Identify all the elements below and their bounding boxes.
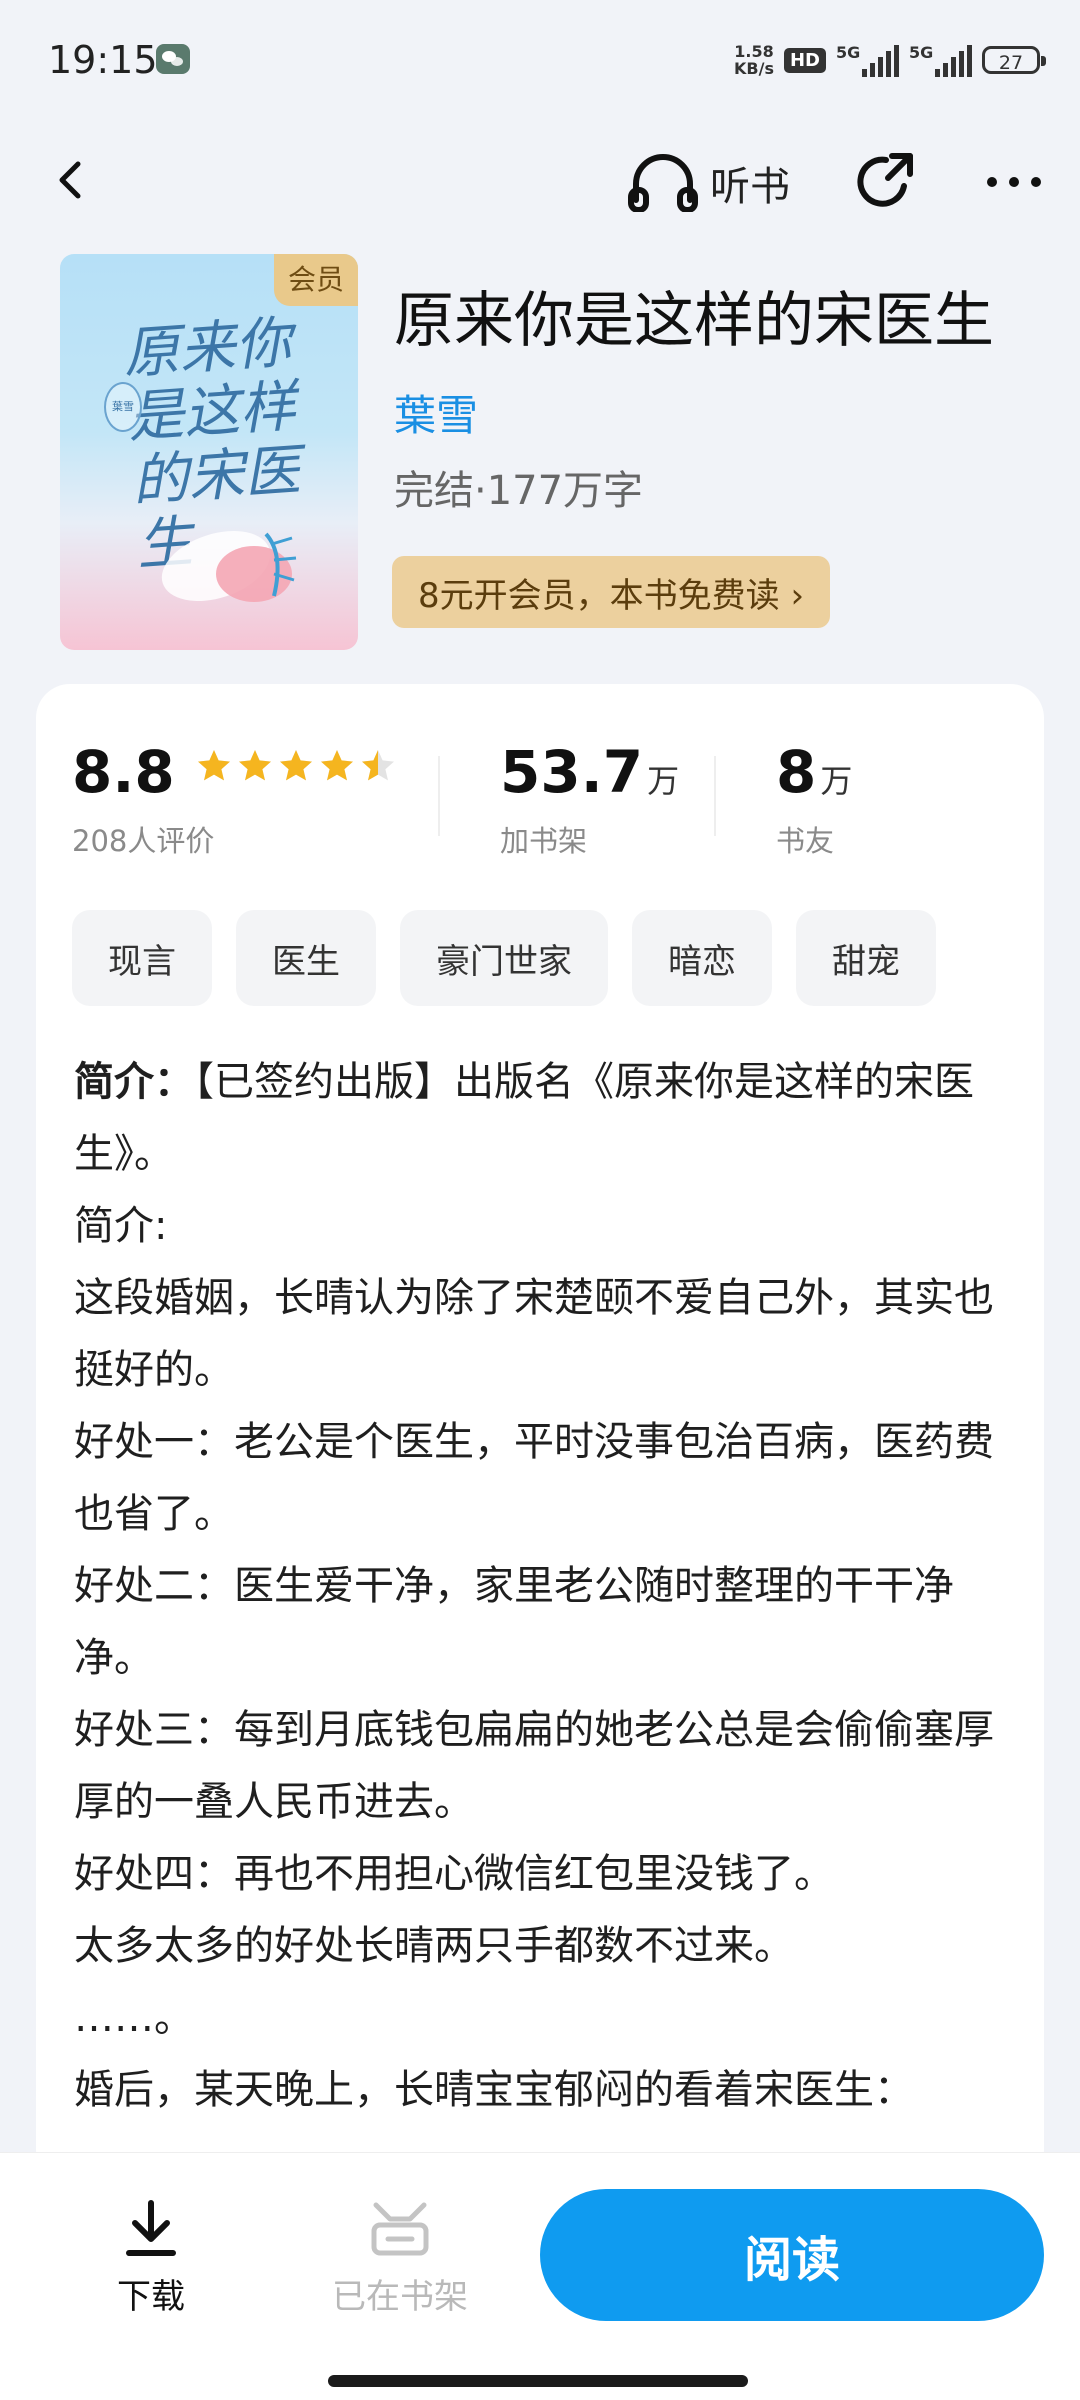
book-introduction[interactable]: 简介：【已签约出版】出版名《原来你是这样的宋医生》。 简介: 这段婚姻，长晴认为… [74,1046,1014,2126]
rating-stars [196,748,396,784]
stat-divider [438,756,440,836]
listen-label: 听书 [710,164,790,210]
intro-line: 好处二：医生爱干净，家里老公随时整理的干干净净。 [74,1563,954,1681]
battery-icon: 27 [982,46,1046,74]
rating-score: 8.8 [72,738,175,806]
friends-stat[interactable]: 8万 书友 [776,740,852,860]
star-icon [238,750,271,781]
book-cover[interactable]: 原来你是这样的宋医生 葉雪 会员 [60,254,358,650]
download-label: 下载 [117,2277,185,2317]
bookshelf-check-icon [371,2202,429,2256]
share-icon[interactable] [852,150,916,214]
cover-author: 葉雪 [104,382,142,432]
book-meta: 完结·177万字 [394,468,644,514]
signal-icon-2: 5G [909,43,972,77]
vip-badge: 会员 [274,254,358,306]
rating-count: 208人评价 [72,824,215,858]
tag-chip[interactable]: 医生 [236,910,376,1006]
book-info-card: 8.8 208人评价 53.7 万 加书架 8万 书友 现言 医生 豪门世家 暗… [36,684,1044,2184]
status-time: 19:15 [48,38,158,82]
download-icon [126,2200,176,2256]
hd-badge: HD [783,47,826,73]
shelf-stat: 53.7 万 加书架 [500,740,679,860]
shelf-label: 加书架 [500,824,588,858]
intro-line: 太多太多的好处长晴两只手都数不过来。 [74,1923,794,1969]
home-indicator[interactable] [328,2375,748,2387]
intro-line: 简介: [74,1203,168,1249]
intro-line: 好处一：老公是个医生，平时没事包治百病，医药费也省了。 [74,1419,994,1537]
intro-line: 好处四：再也不用担心微信红包里没钱了。 [74,1851,834,1897]
bottom-action-bar: 下载 已在书架 阅读 [0,2152,1080,2400]
intro-line: 婚后，某天晚上，长晴宝宝郁闷的看着宋医生： [74,2067,914,2113]
network-speed: 1.58 KB/s [734,42,774,78]
intro-line: ……。 [74,1995,194,2041]
back-arrow-icon[interactable] [52,160,92,200]
on-shelf-label: 已在书架 [332,2277,468,2317]
download-button[interactable]: 下载 [96,2199,206,2318]
status-indicators: 1.58 KB/s HD 5G 5G 27 [734,40,1046,80]
friends-label: 书友 [776,824,835,858]
star-icon [320,750,353,781]
tag-list: 现言 医生 豪门世家 暗恋 甜宠 [72,910,936,1006]
on-shelf-button[interactable]: 已在书架 [320,2199,480,2318]
vip-offer-button[interactable]: 8元开会员，本书免费读 › [392,556,831,628]
intro-label: 简介： [74,1059,194,1105]
shelf-count: 53.7 [500,738,644,806]
status-bar: 19:15 1.58 KB/s HD 5G 5G 27 [0,0,1080,120]
friends-count: 8 [776,738,817,806]
rating-stat[interactable]: 8.8 208人评价 [72,740,396,860]
book-author-link[interactable]: 葉雪 [394,382,478,443]
friends-unit: 万 [820,762,853,800]
wechat-notification-icon [156,44,190,74]
star-icon [279,750,312,781]
book-detail-page: 19:15 1.58 KB/s HD 5G 5G 27 听书 原来你是这样的宋医… [0,0,1080,2400]
book-title: 原来你是这样的宋医生 [394,286,994,356]
signal-icon: 5G [836,43,899,77]
intro-line: 这段婚姻，长晴认为除了宋楚颐不爱自己外，其实也挺好的。 [74,1275,994,1393]
headphones-icon [628,154,698,212]
intro-first-paragraph: 简介：【已签约出版】出版名《原来你是这样的宋医生》。 [74,1046,1014,1190]
tag-chip[interactable]: 豪门世家 [400,910,608,1006]
intro-line: 好处三：每到月底钱包扁扁的她老公总是会偷偷塞厚厚的一叠人民币进去。 [74,1707,994,1825]
shelf-unit: 万 [647,762,680,800]
listen-button[interactable]: 听书 [628,148,790,218]
star-icon [197,750,230,781]
more-options-icon[interactable] [984,174,1044,190]
intro-head-text: 【已签约出版】出版名《原来你是这样的宋医生》。 [74,1059,974,1177]
tag-chip[interactable]: 现言 [72,910,212,1006]
read-button[interactable]: 阅读 [540,2189,1044,2321]
stat-divider [714,756,716,836]
tag-chip[interactable]: 暗恋 [632,910,772,1006]
star-icon [361,750,394,781]
stats-row: 8.8 208人评价 53.7 万 加书架 8万 书友 [36,684,1044,874]
tag-chip[interactable]: 甜宠 [796,910,936,1006]
cover-capsule-illustration [161,530,297,602]
